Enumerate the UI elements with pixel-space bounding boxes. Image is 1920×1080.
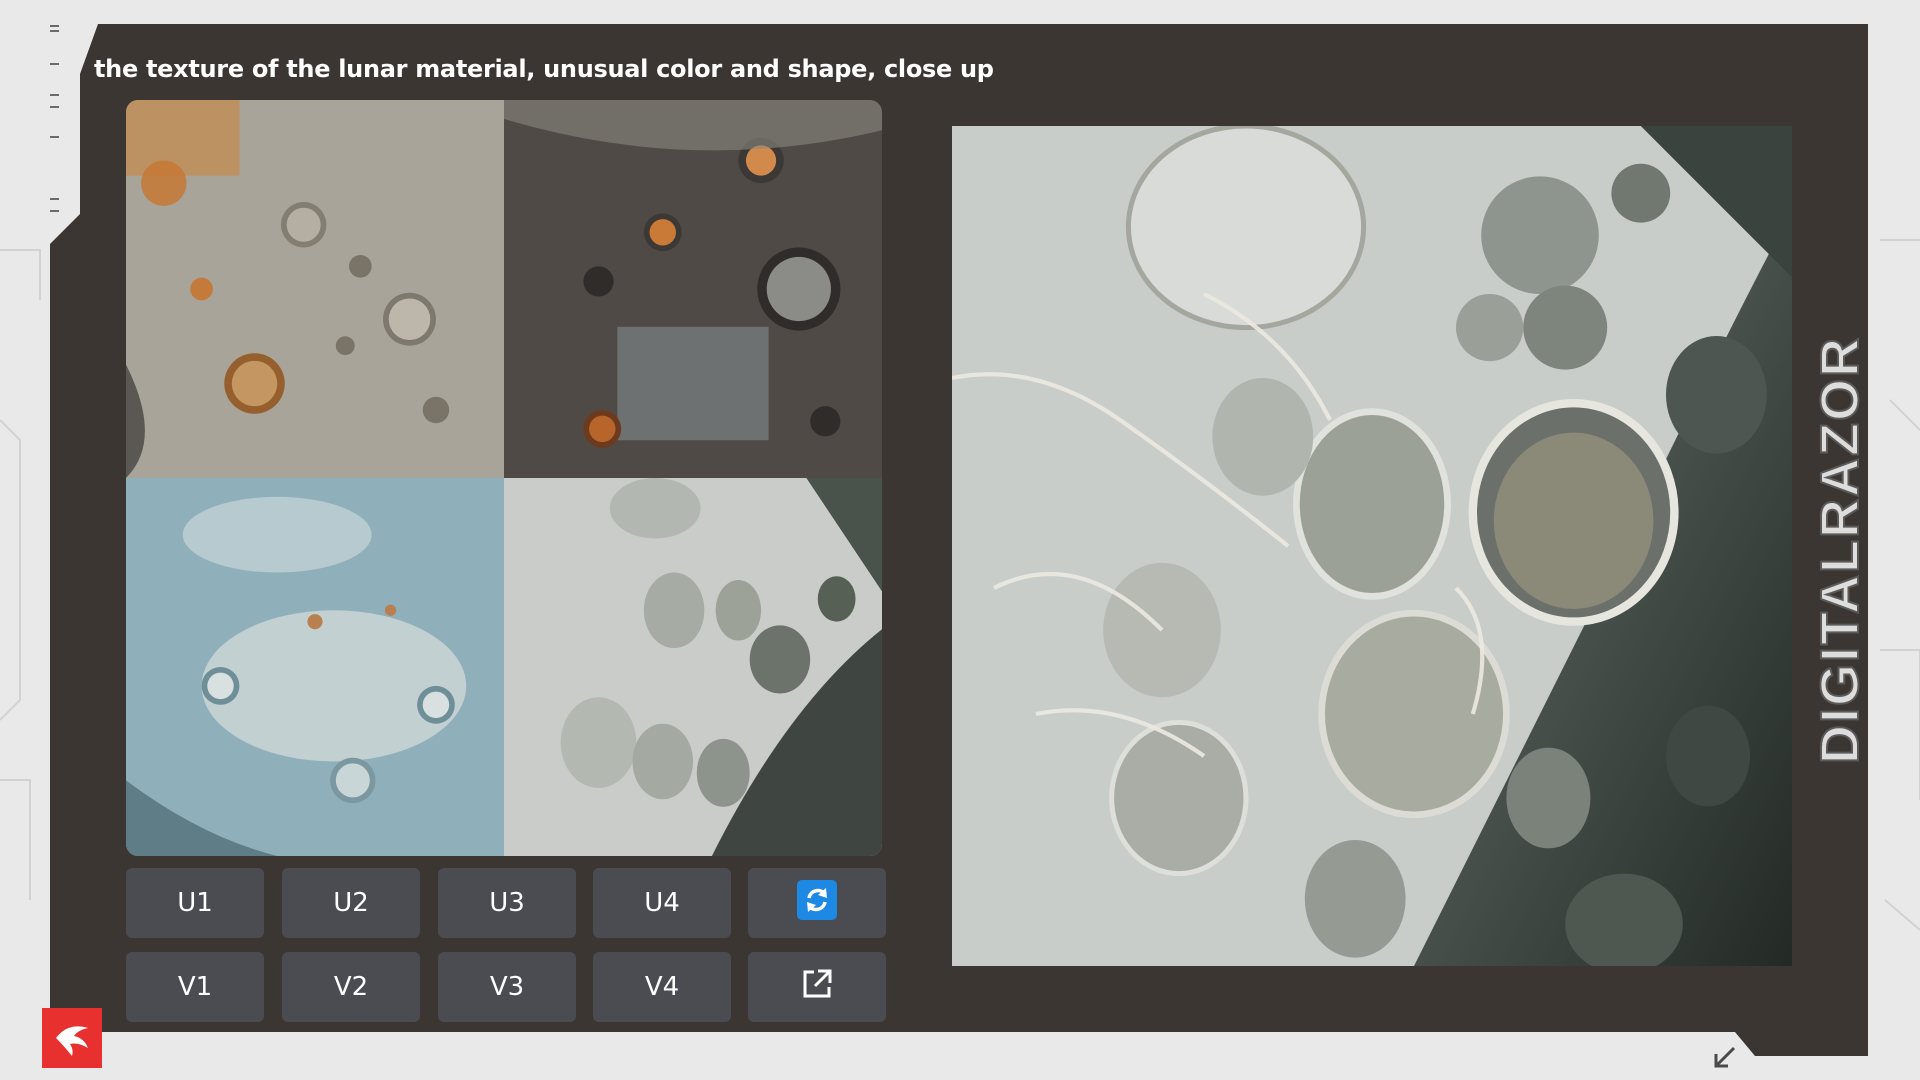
grid-image-3[interactable] (126, 478, 504, 856)
side-dash-7 (50, 198, 59, 200)
upscale-1-button[interactable]: U1 (126, 868, 264, 938)
upscale-4-button[interactable]: U4 (593, 868, 731, 938)
side-dash-3 (50, 63, 59, 65)
upscale-3-button[interactable]: U3 (438, 868, 576, 938)
variation-1-button[interactable]: V1 (126, 952, 264, 1022)
prompt-text: the texture of the lunar material, unusu… (94, 55, 994, 83)
grid-image-2[interactable] (504, 100, 882, 478)
variation-3-button[interactable]: V3 (438, 952, 576, 1022)
side-dash-1 (50, 25, 59, 27)
upscale-2-button[interactable]: U2 (282, 868, 420, 938)
brand-watermark: DIGITALRAZOR (1809, 335, 1871, 765)
upscaled-image[interactable] (951, 123, 1792, 975)
external-link-icon (800, 967, 834, 1008)
open-web-button[interactable] (748, 952, 886, 1022)
side-dash-2 (50, 30, 59, 32)
image-grid (126, 100, 882, 856)
side-dash-5 (50, 106, 59, 108)
variation-4-button[interactable]: V4 (593, 952, 731, 1022)
variation-2-button[interactable]: V2 (282, 952, 420, 1022)
refresh-icon (797, 879, 837, 927)
side-dash-4 (50, 94, 59, 96)
digitalrazor-logo-icon (42, 1008, 102, 1068)
side-dash-8 (50, 210, 59, 212)
grid-image-4[interactable] (504, 478, 882, 856)
grid-image-1[interactable] (126, 100, 504, 478)
arrow-down-left-icon (1710, 1044, 1738, 1076)
side-dash-6 (50, 136, 59, 138)
reroll-button[interactable] (748, 868, 886, 938)
